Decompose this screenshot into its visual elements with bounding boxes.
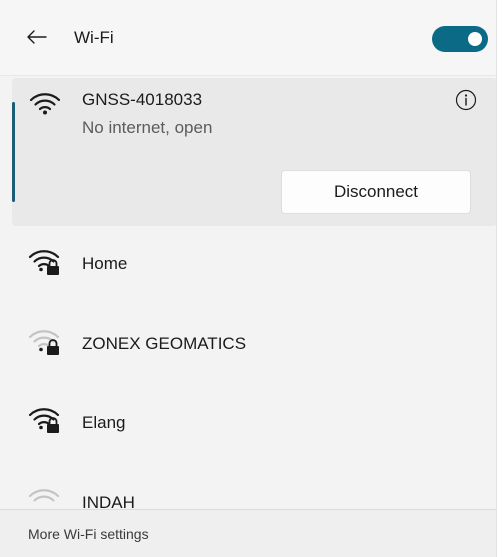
wifi-secured-icon: [28, 408, 60, 433]
network-name: INDAH: [82, 493, 135, 509]
wifi-secured-icon: [28, 250, 60, 275]
page-title: Wi-Fi: [74, 28, 114, 47]
info-icon: [455, 89, 477, 111]
network-item-indah[interactable]: INDAH: [12, 470, 496, 509]
flyout-footer: More Wi-Fi settings: [0, 509, 496, 557]
disconnect-button[interactable]: Disconnect: [281, 170, 471, 214]
wifi-full-icon: [29, 93, 61, 115]
network-name: Elang: [82, 413, 126, 432]
wifi-flyout-panel: Wi-Fi GNSS-4018033 No internet, open Dis…: [0, 0, 497, 557]
wifi-header: Wi-Fi: [0, 0, 496, 76]
toggle-knob: [468, 32, 482, 46]
wifi-weak-icon: [28, 489, 60, 502]
connected-network-status: No internet, open: [82, 118, 213, 137]
more-wifi-settings-link[interactable]: More Wi-Fi settings: [28, 526, 149, 542]
network-item-home[interactable]: Home: [12, 228, 496, 300]
network-name: Home: [82, 254, 128, 273]
wifi-toggle[interactable]: [432, 26, 488, 52]
network-name: ZONEX GEOMATICS: [82, 334, 247, 353]
arrow-left-icon: [27, 30, 47, 44]
network-properties-button[interactable]: [455, 89, 477, 111]
wifi-weak-secured-icon: [28, 330, 60, 355]
connected-network-item[interactable]: GNSS-4018033 No internet, open Disconnec…: [12, 78, 496, 226]
connected-network-name: GNSS-4018033: [82, 90, 203, 109]
network-item-elang[interactable]: Elang: [12, 388, 496, 460]
network-item-zonex-geomatics[interactable]: ZONEX GEOMATICS: [12, 306, 496, 378]
selection-indicator: [12, 102, 15, 202]
back-button[interactable]: [26, 26, 48, 48]
